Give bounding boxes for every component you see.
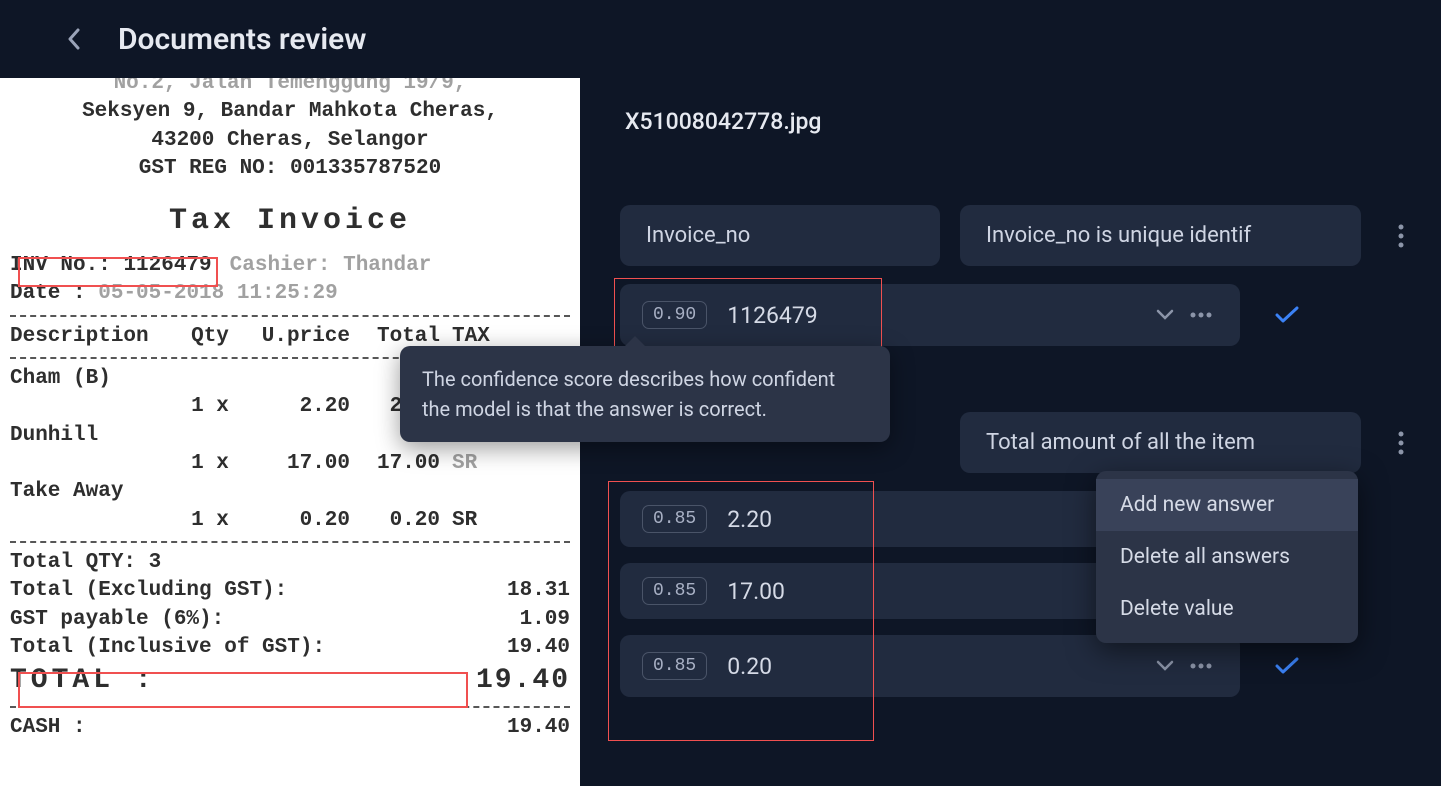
field-menu-button[interactable] (1381, 423, 1421, 463)
confidence-badge: 0.90 (642, 301, 707, 329)
chevron-down-icon (1156, 660, 1174, 672)
back-button[interactable] (60, 25, 88, 53)
more-horizontal-icon (1190, 312, 1212, 318)
answer-card[interactable]: 0.90 1126479 (620, 284, 1240, 346)
answer-row: 0.85 0.20 (620, 635, 1310, 697)
accept-button[interactable] (1264, 643, 1310, 689)
menu-delete-value[interactable]: Delete value (1096, 583, 1358, 635)
more-vertical-icon (1398, 224, 1404, 248)
confidence-tooltip: The confidence score describes how confi… (400, 346, 890, 442)
total-grand: TOTAL :19.40 (10, 662, 570, 700)
field-description[interactable]: Total amount of all the item (960, 412, 1361, 473)
inv-no-label: INV No.: (10, 254, 111, 277)
total-gst: GST payable (6%):1.09 (10, 606, 570, 634)
context-menu: Add new answer Delete all answers Delete… (1096, 471, 1358, 643)
page-header: Documents review (0, 0, 1441, 78)
cashier-value: Thandar (343, 254, 431, 277)
accept-button[interactable] (1264, 292, 1310, 338)
confidence-badge: 0.85 (642, 652, 707, 680)
review-panel: X51008042778.jpg Invoice_no Invoice_no i… (580, 78, 1441, 786)
receipt-gst-reg: GST REG NO: 001335787520 (10, 155, 570, 183)
expand-button[interactable] (1148, 298, 1182, 332)
field-block-invoice-no: Invoice_no Invoice_no is unique identif … (620, 205, 1421, 362)
total-incl: Total (Inclusive of GST):19.40 (10, 634, 570, 662)
answer-value: 0.20 (727, 653, 1128, 680)
page-title: Documents review (118, 22, 366, 57)
field-description[interactable]: Invoice_no is unique identif (960, 205, 1361, 266)
answer-menu-button[interactable] (1184, 298, 1218, 332)
field-name[interactable]: Invoice_no (620, 205, 940, 266)
answer-card[interactable]: 0.85 0.20 (620, 635, 1240, 697)
answer-menu-button[interactable] (1184, 649, 1218, 683)
receipt-address-3: 43200 Cheras, Selangor (10, 127, 570, 155)
cash-row: CASH :19.40 (10, 714, 570, 742)
confidence-badge: 0.85 (642, 505, 707, 533)
expand-button[interactable] (1148, 649, 1182, 683)
menu-add-answer[interactable]: Add new answer (1096, 479, 1358, 531)
inv-no-value: 1126479 (123, 254, 211, 277)
check-icon (1275, 657, 1299, 675)
more-horizontal-icon (1190, 663, 1212, 669)
receipt-title: Tax Invoice (10, 201, 570, 242)
answer-value: 1126479 (727, 302, 1128, 329)
receipt-item: Take Away 1 x0.200.20SR (10, 478, 570, 535)
receipt-address-2: Seksyen 9, Bandar Mahkota Cheras, (10, 98, 570, 126)
more-vertical-icon (1398, 431, 1404, 455)
check-icon (1275, 306, 1299, 324)
answer-row: 0.90 1126479 (620, 284, 1310, 346)
cashier-label: Cashier: (230, 254, 331, 277)
date-value: 05-05-2018 11:25:29 (98, 282, 337, 305)
main-split: No.2, Jalan Temenggung 19/9, Seksyen 9, … (0, 78, 1441, 786)
receipt-address-1: No.2, Jalan Temenggung 19/9, (10, 78, 570, 98)
total-excl: Total (Excluding GST):18.31 (10, 577, 570, 605)
total-qty: Total QTY: 3 (10, 549, 570, 577)
confidence-badge: 0.85 (642, 577, 707, 605)
chevron-left-icon (67, 28, 81, 50)
menu-delete-all[interactable]: Delete all answers (1096, 531, 1358, 583)
date-label: Date : (10, 282, 86, 305)
field-menu-button[interactable] (1381, 216, 1421, 256)
document-filename: X51008042778.jpg (625, 108, 1421, 135)
chevron-down-icon (1156, 309, 1174, 321)
